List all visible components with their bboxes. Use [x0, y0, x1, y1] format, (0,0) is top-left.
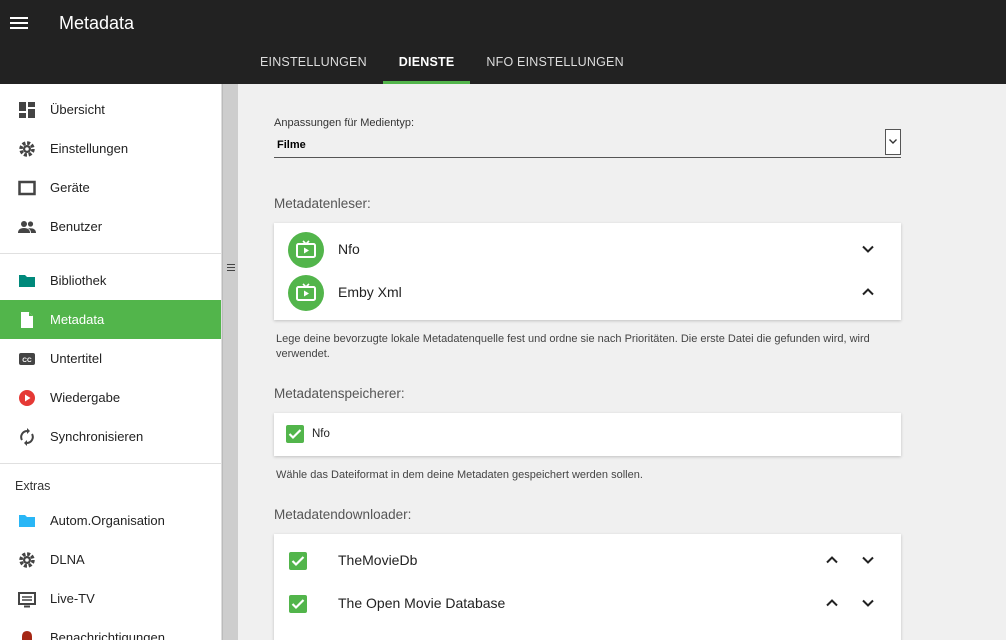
list-item: Emby Xml — [274, 271, 901, 314]
readers-help-text: Lege deine bevorzugte lokale Metadatenqu… — [276, 333, 870, 360]
downloader-checkbox[interactable] — [289, 552, 307, 570]
sync-icon — [18, 427, 36, 446]
sidebar-item-dlna[interactable]: DLNA — [0, 540, 221, 579]
sidebar-item-uebersicht[interactable]: Übersicht — [0, 90, 221, 129]
saver-label: Nfo — [312, 428, 330, 440]
sidebar-item-benutzer[interactable]: Benutzer — [0, 207, 221, 246]
tab-dienste[interactable]: DIENSTE — [382, 46, 471, 84]
readers-card: Nfo Emby Xml — [274, 223, 901, 320]
document-icon — [18, 311, 36, 329]
sidebar-divider — [0, 253, 221, 254]
list-item: Nfo — [274, 228, 901, 271]
downloader-checkbox[interactable] — [289, 595, 307, 613]
downloaders-card: TheMovieDb The Open Movie Database — [274, 534, 901, 640]
tab-bar: EINSTELLUNGEN DIENSTE NFO EINSTELLUNGEN — [244, 46, 640, 84]
tv-icon — [288, 275, 324, 311]
sidebar-item-autom-organisation[interactable]: Autom.Organisation — [0, 501, 221, 540]
sidebar-item-label: Einstellungen — [50, 141, 129, 156]
sidebar-divider — [0, 463, 221, 464]
chevron-down-icon[interactable] — [859, 551, 877, 569]
media-type-select[interactable]: Filme — [274, 129, 901, 158]
sidebar-item-label: Bibliothek — [50, 273, 107, 288]
saver-checkbox[interactable] — [286, 425, 304, 443]
sidebar-item-geraete[interactable]: Geräte — [0, 168, 221, 207]
list-item: The Open Movie Database — [274, 582, 901, 625]
savers-title: Metadatenspeicherer: — [274, 386, 405, 401]
bell-icon — [18, 629, 36, 640]
sidebar-item-label: Wiedergabe — [50, 390, 121, 405]
dashboard-icon — [18, 101, 36, 119]
sidebar-item-untertitel[interactable]: CC Untertitel — [0, 339, 221, 378]
folder-icon — [18, 512, 36, 530]
main-content: Anpassungen für Medientyp: Filme Metadat… — [238, 84, 1006, 640]
sidebar-item-label: DLNA — [50, 552, 85, 567]
sidebar-item-synchronisieren[interactable]: Synchronisieren — [0, 417, 221, 456]
savers-help-text: Wähle das Dateiformat in dem deine Metad… — [276, 469, 643, 481]
gear-icon — [18, 551, 36, 569]
tv-icon — [18, 590, 36, 608]
gear-icon — [18, 140, 36, 158]
users-icon — [18, 218, 36, 236]
chevron-up-icon[interactable] — [823, 551, 841, 569]
sidebar-item-live-tv[interactable]: Live-TV — [0, 579, 221, 618]
list-item: TheMovieDb — [274, 539, 901, 582]
drag-handle-icon — [227, 262, 235, 273]
chevron-up-icon[interactable] — [859, 283, 877, 301]
chevron-down-icon[interactable] — [859, 594, 877, 612]
sidebar: Übersicht Einstellungen Geräte Benutzer … — [0, 84, 222, 640]
sidebar-item-label: Übersicht — [50, 102, 105, 117]
downloaders-title: Metadatendownloader: — [274, 507, 412, 522]
tab-einstellungen[interactable]: EINSTELLUNGEN — [244, 46, 383, 84]
sidebar-item-label: Synchronisieren — [50, 429, 144, 444]
chevron-down-icon — [885, 129, 901, 155]
chevron-down-icon[interactable] — [859, 240, 877, 258]
media-type-label: Anpassungen für Medientyp: — [274, 117, 415, 129]
svg-text:CC: CC — [22, 357, 32, 364]
folder-icon — [18, 272, 36, 290]
device-icon — [18, 179, 36, 197]
page-title: Metadata — [59, 13, 135, 33]
sidebar-item-label: Benachrichtigungen — [50, 630, 165, 640]
sidebar-item-label: Geräte — [50, 180, 90, 195]
sidebar-item-label: Live-TV — [50, 591, 95, 606]
reader-label: Emby Xml — [338, 284, 402, 300]
sidebar-item-einstellungen[interactable]: Einstellungen — [0, 129, 221, 168]
sidebar-item-label: Autom.Organisation — [50, 513, 165, 528]
chevron-up-icon[interactable] — [823, 594, 841, 612]
hamburger-menu-icon[interactable] — [10, 14, 30, 34]
media-type-value: Filme — [277, 139, 306, 151]
savers-card: Nfo — [274, 413, 901, 456]
sidebar-item-label: Benutzer — [50, 219, 103, 234]
sidebar-resize-handle[interactable] — [222, 84, 238, 640]
downloader-label: TheMovieDb — [338, 552, 418, 568]
downloader-label: The Open Movie Database — [338, 595, 506, 611]
sidebar-item-wiedergabe[interactable]: Wiedergabe — [0, 378, 221, 417]
sidebar-item-label: Metadata — [50, 312, 105, 327]
tv-icon — [288, 232, 324, 268]
sidebar-item-metadata[interactable]: Metadata — [0, 300, 221, 339]
app-header: Metadata EINSTELLUNGEN DIENSTE NFO EINST… — [0, 0, 1006, 84]
readers-title: Metadatenleser: — [274, 196, 371, 211]
reader-label: Nfo — [338, 241, 360, 257]
list-item: Nfo — [274, 413, 901, 456]
sidebar-section-extras: Extras — [15, 479, 51, 493]
sidebar-item-benachrichtigungen[interactable]: Benachrichtigungen — [0, 618, 221, 640]
cc-icon: CC — [18, 350, 36, 368]
play-icon — [18, 389, 36, 407]
sidebar-item-label: Untertitel — [50, 351, 103, 366]
sidebar-item-bibliothek[interactable]: Bibliothek — [0, 261, 221, 300]
tab-nfo-einstellungen[interactable]: NFO EINSTELLUNGEN — [470, 46, 639, 84]
